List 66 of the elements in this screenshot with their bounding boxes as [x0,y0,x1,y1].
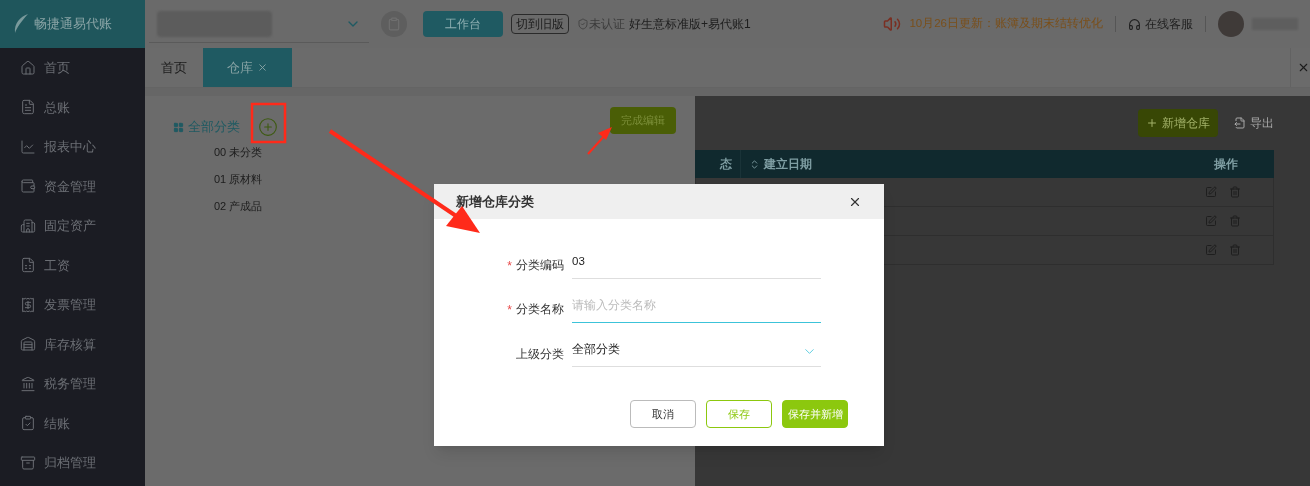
delete-icon[interactable] [1229,186,1241,198]
clipboard-check-icon [20,415,36,432]
grid-icon [173,121,184,133]
spreadsheet-icon [20,257,36,274]
headset-icon [1128,17,1141,31]
select-field[interactable]: 全部分类 [572,337,821,367]
sidebar-item[interactable]: 结账 [0,403,145,443]
required-mark: * [507,302,512,319]
switch-version-button[interactable]: 切到旧版 [511,14,569,34]
field-label: 分类编码 [516,258,564,274]
logo-icon [12,13,30,35]
export-icon [1234,117,1246,129]
logo-text: 畅捷通易代账 [34,15,112,34]
archive-icon [20,454,36,471]
sidebar-item[interactable]: 库存核算 [0,324,145,364]
delete-icon[interactable] [1229,215,1241,227]
column-header[interactable]: 建立日期 [741,150,1214,178]
sidebar-item[interactable]: 发票管理 [0,285,145,325]
tree-item[interactable]: 01 原材料 [214,170,695,188]
save-and-new-button[interactable]: 保存并新增 [782,400,848,428]
sidebar-item[interactable]: 工资 [0,245,145,285]
field-label: 分类名称 [516,302,564,318]
building-icon [20,217,36,234]
document-icon [20,99,36,116]
add-warehouse-button[interactable]: 新增仓库 [1138,109,1218,137]
column-header[interactable]: 操作 [1214,150,1274,178]
support-link[interactable]: 在线客服 [1145,15,1193,33]
column-header[interactable]: 态 [695,150,741,178]
product-name: 好生意标准版+易代账1 [629,16,751,33]
add-icon[interactable] [258,117,278,137]
cancel-button[interactable]: 取消 [630,400,696,428]
input-field[interactable]: 请输入分类名称 [572,293,821,323]
tab[interactable]: 仓库 [203,48,292,87]
required-mark: * [507,258,512,275]
save-button[interactable]: 保存 [706,400,772,428]
annotation-arrow [587,127,612,155]
sidebar-item[interactable]: 固定资产 [0,206,145,246]
input-field[interactable]: 03 [572,249,821,279]
sidebar-item[interactable]: 首页 [0,48,145,88]
highlight-frame [250,102,287,144]
export-link[interactable]: 导出 [1234,114,1274,132]
tab[interactable]: 首页 [145,48,203,87]
edit-icon[interactable] [1205,215,1217,227]
sidebar-item[interactable]: 报表中心 [0,127,145,167]
home-icon [20,59,36,76]
edit-icon[interactable] [1205,186,1217,198]
speaker-icon [883,15,902,33]
dialog-title: 新增仓库分类 [456,192,534,211]
sidebar-item[interactable]: 归档管理 [0,443,145,483]
tree-item[interactable]: 00 未分类 [214,143,695,161]
avatar[interactable] [1218,11,1244,37]
edit-icon[interactable] [1205,244,1217,256]
wallet-icon [20,178,36,195]
warehouse-icon [20,336,36,353]
sort-icon [749,158,760,170]
sidebar-item[interactable]: 资金管理 [0,166,145,206]
shield-icon [577,18,589,30]
sidebar-item[interactable]: 总账 [0,87,145,127]
receipt-icon [20,296,36,313]
delete-icon[interactable] [1229,244,1241,256]
line-chart-icon [20,138,36,155]
field-label: 上级分类 [516,346,564,362]
sidebar-item[interactable]: 税务管理 [0,364,145,404]
workbench-button[interactable]: 工作台 [423,11,503,37]
bank-icon [20,375,36,392]
plus-icon [1146,117,1158,129]
